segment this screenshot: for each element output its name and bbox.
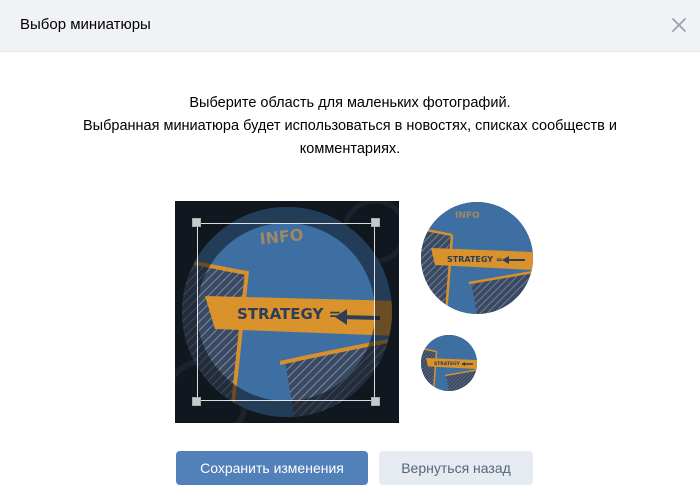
instructions-text: Выберите область для маленьких фотографи… (60, 92, 640, 161)
instruction-line-2: Выбранная миниатюра будет использоваться… (83, 118, 617, 134)
instruction-line-1: Выберите область для маленьких фотографи… (189, 95, 511, 111)
dialog-title: Выбор миниатюры (20, 16, 151, 33)
crop-area[interactable]: STRATEGY = INFO (175, 201, 399, 423)
thumbnail-dialog: Выбор миниатюры Выберите область для мал… (0, 0, 700, 494)
instruction-line-3: комментариях. (299, 141, 401, 157)
crop-handle-top-right[interactable] (371, 218, 380, 227)
go-back-button[interactable]: Вернуться назад (379, 451, 533, 485)
thumbnail-preview-small: STRATEGY = (421, 335, 477, 391)
crop-handle-top-left[interactable] (192, 218, 201, 227)
dialog-header: Выбор миниатюры (0, 0, 700, 52)
svg-text:STRATEGY =: STRATEGY = (447, 255, 503, 264)
close-icon[interactable] (666, 12, 692, 38)
svg-text:INFO: INFO (455, 211, 480, 221)
crop-handle-bottom-left[interactable] (192, 397, 201, 406)
svg-text:STRATEGY =: STRATEGY = (434, 361, 465, 367)
crop-handle-bottom-right[interactable] (371, 397, 380, 406)
crop-frame[interactable] (197, 223, 375, 401)
thumbnail-preview-large: STRATEGY = INFO (421, 202, 533, 314)
save-changes-button[interactable]: Сохранить изменения (176, 451, 368, 485)
